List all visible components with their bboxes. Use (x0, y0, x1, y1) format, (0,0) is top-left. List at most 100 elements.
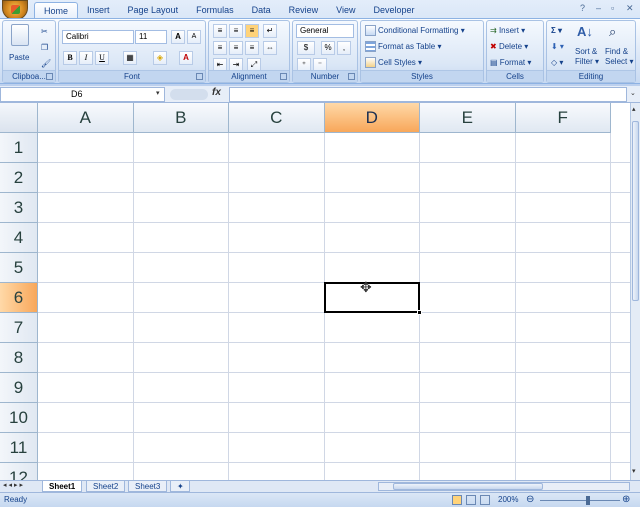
help-icon[interactable]: ? (580, 3, 585, 13)
align-middle-icon[interactable]: ≡ (229, 24, 243, 38)
column-header-a[interactable]: A (38, 103, 134, 133)
column-header-c[interactable]: C (229, 103, 325, 133)
horizontal-scrollbar[interactable] (378, 482, 630, 491)
align-top-icon[interactable]: ≡ (213, 24, 227, 38)
autosum-icon[interactable]: Σ ▾ (551, 24, 562, 38)
row-header-1[interactable]: 1 (0, 133, 38, 163)
sort-filter-button[interactable]: Sort & Filter ▾ (575, 47, 599, 66)
select-all-corner[interactable] (0, 103, 38, 133)
formula-bar-splitter[interactable] (170, 89, 208, 100)
restore-icon[interactable]: ▫ (611, 3, 614, 13)
format-painter-icon[interactable]: 🖌 (41, 57, 51, 71)
tab-developer[interactable]: Developer (364, 2, 423, 18)
worksheet-grid[interactable]: ABCDEF 1 2 3 4 5 6 7 8 9 10 11 12 ✥ (0, 103, 630, 480)
normal-view-icon[interactable] (452, 495, 462, 505)
insert-sheet-icon[interactable]: ✦ (170, 481, 190, 492)
name-box-dropdown-icon[interactable]: ▾ (156, 89, 160, 97)
tab-page-layout[interactable]: Page Layout (119, 2, 188, 18)
row-header-3[interactable]: 3 (0, 193, 38, 223)
find-select-button[interactable]: Find & Select ▾ (605, 47, 633, 66)
percent-button[interactable]: % (321, 41, 335, 55)
fill-icon[interactable]: ⬇ ▾ (551, 40, 564, 54)
horizontal-scroll-thumb[interactable] (393, 483, 543, 490)
delete-button[interactable]: ✖ Delete ▾ (490, 40, 528, 54)
sort-filter-icon[interactable]: A↓ (577, 24, 593, 39)
font-size-select[interactable]: 11 (135, 30, 167, 44)
align-right-icon[interactable]: ≡ (245, 41, 259, 55)
row-header-8[interactable]: 8 (0, 343, 38, 373)
formula-input[interactable] (229, 87, 627, 102)
borders-icon[interactable]: ▦ (123, 51, 137, 65)
scroll-down-icon[interactable]: ▾ (632, 467, 636, 475)
paste-icon[interactable] (11, 24, 29, 46)
column-header-f[interactable]: F (515, 103, 611, 133)
zoom-out-icon[interactable]: ⊖ (526, 493, 534, 507)
row-header-9[interactable]: 9 (0, 373, 38, 403)
font-launcher-icon[interactable] (196, 73, 203, 80)
row-header-5[interactable]: 5 (0, 253, 38, 283)
expand-formula-icon[interactable]: ⌄ (630, 89, 636, 97)
row-header-4[interactable]: 4 (0, 223, 38, 253)
active-cell-d6[interactable] (324, 282, 420, 313)
scroll-up-icon[interactable]: ▴ (632, 105, 636, 113)
align-left-icon[interactable]: ≡ (213, 41, 227, 55)
paste-button[interactable]: Paste (9, 51, 29, 65)
tab-home[interactable]: Home (34, 2, 79, 18)
row-header-7[interactable]: 7 (0, 313, 38, 343)
comma-style-icon[interactable]: , (337, 41, 351, 55)
minimize-icon[interactable]: – (596, 3, 601, 13)
cut-icon[interactable]: ✂ (41, 25, 48, 39)
row-header-10[interactable]: 10 (0, 403, 38, 433)
wrap-text-icon[interactable]: ↵ (263, 24, 277, 38)
sheet-tab-3[interactable]: Sheet3 (128, 481, 168, 492)
tab-data[interactable]: Data (243, 2, 280, 18)
zoom-in-icon[interactable]: ⊕ (622, 493, 630, 507)
merge-center-icon[interactable]: ⇔ (263, 41, 277, 55)
name-box[interactable]: D6 (0, 87, 165, 102)
format-button[interactable]: ▤ Format ▾ (490, 56, 531, 70)
zoom-slider-thumb[interactable] (586, 496, 590, 505)
close-icon[interactable]: ✕ (626, 3, 634, 14)
column-header-b[interactable]: B (133, 103, 229, 133)
align-bottom-icon[interactable]: ≡ (245, 24, 259, 38)
italic-icon[interactable]: I (79, 51, 93, 65)
number-launcher-icon[interactable] (348, 73, 355, 80)
sheet-tab-1[interactable]: Sheet1 (42, 481, 83, 492)
cell-styles-button[interactable]: Cell Styles ▾ (365, 56, 422, 70)
column-header-d[interactable]: D (324, 103, 420, 133)
clipboard-launcher-icon[interactable] (46, 73, 53, 80)
sheet-nav-icon[interactable]: ◂◂▸▸ (3, 481, 25, 489)
shrink-font-icon[interactable]: A (187, 30, 201, 44)
font-color-icon[interactable]: A (179, 51, 193, 65)
tab-insert[interactable]: Insert (78, 2, 119, 18)
copy-icon[interactable]: ❐ (41, 41, 48, 55)
fill-handle[interactable] (417, 310, 422, 315)
zoom-level[interactable]: 200% (498, 493, 518, 507)
row-header-11[interactable]: 11 (0, 433, 38, 463)
clear-icon[interactable]: ◇ ▾ (551, 56, 563, 70)
page-break-view-icon[interactable] (480, 495, 490, 505)
page-layout-view-icon[interactable] (466, 495, 476, 505)
vertical-scrollbar[interactable]: ▴ ▾ (630, 103, 640, 480)
alignment-launcher-icon[interactable] (280, 73, 287, 80)
currency-button[interactable]: $ (297, 41, 315, 55)
number-format-select[interactable]: General (296, 24, 354, 38)
bold-icon[interactable]: B (63, 51, 77, 65)
underline-icon[interactable]: U (95, 51, 109, 65)
tab-formulas[interactable]: Formulas (187, 2, 243, 18)
align-center-icon[interactable]: ≡ (229, 41, 243, 55)
scroll-thumb[interactable] (632, 121, 639, 301)
tab-view[interactable]: View (327, 2, 364, 18)
insert-button[interactable]: ⇉ Insert ▾ (490, 24, 525, 38)
binoculars-icon[interactable]: ⌕ (609, 24, 616, 40)
row-header-12[interactable]: 12 (0, 463, 38, 480)
zoom-slider[interactable] (540, 500, 620, 501)
tab-review[interactable]: Review (280, 2, 328, 18)
format-as-table-button[interactable]: Format as Table ▾ (365, 40, 441, 54)
row-header-6[interactable]: 6 (0, 283, 38, 313)
fill-color-icon[interactable]: ◈ (153, 51, 167, 65)
insert-function-button[interactable]: fx (212, 87, 221, 98)
row-header-2[interactable]: 2 (0, 163, 38, 193)
font-family-select[interactable]: Calibri (62, 30, 134, 44)
sheet-tab-2[interactable]: Sheet2 (86, 481, 126, 492)
